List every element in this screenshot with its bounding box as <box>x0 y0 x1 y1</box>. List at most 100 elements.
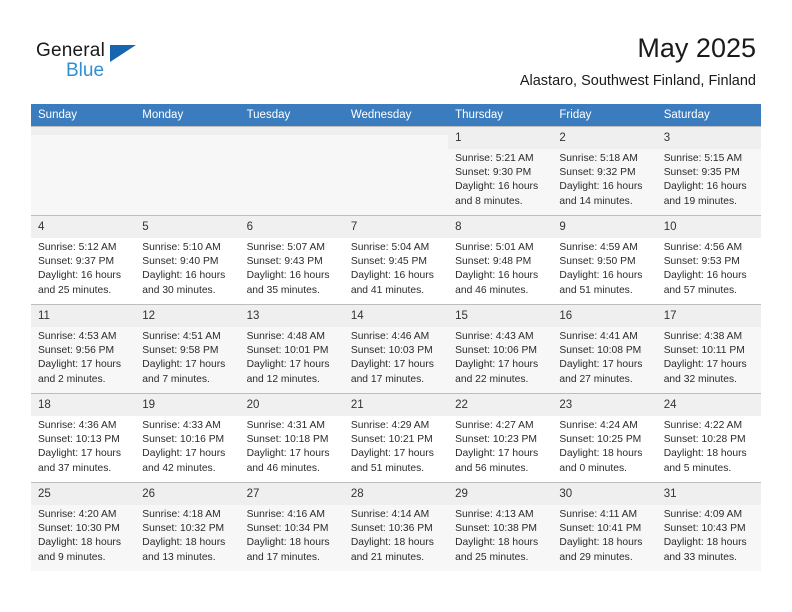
calendar-day-cell[interactable]: 30 Sunrise: 4:11 AM Sunset: 10:41 PM Daylig… <box>552 482 657 571</box>
sunset-line: Sunset: 10:41 PM <box>559 523 642 535</box>
sunrise-line: Sunrise: 4:33 AM <box>142 420 221 431</box>
sunrise-line: Sunrise: 4:59 AM <box>559 242 638 253</box>
day-cell-inner: 14 Sunrise: 4:46 AM Sunset: 10:03 PM Daylig… <box>343 305 449 393</box>
day-number: 15 <box>448 305 553 327</box>
day-number: 4 <box>31 216 136 238</box>
day-details: Sunrise: 5:21 AM Sunset: 9:30 PM Daylight:… <box>448 149 552 209</box>
sunrise-line: Sunrise: 5:10 AM <box>142 242 221 253</box>
weekday-header-sunday: Sunday <box>31 104 136 127</box>
calendar-day-cell[interactable]: 19 Sunrise: 4:33 AM Sunset: 10:16 PM Daylig… <box>135 393 240 483</box>
day-details: Sunrise: 5:07 AM Sunset: 9:43 PM Daylight:… <box>240 238 344 298</box>
calendar-day-cell[interactable]: 31 Sunrise: 4:09 AM Sunset: 10:43 PM Daylig… <box>656 482 761 571</box>
daylight-line-2: and 7 minutes. <box>142 373 210 385</box>
daylight-line-1: Daylight: 18 hours <box>350 537 434 549</box>
sunset-line: Sunset: 10:16 PM <box>142 434 225 446</box>
calendar-header-row: Sunday Monday Tuesday Wednesday Thursday… <box>31 104 761 127</box>
calendar-day-cell[interactable]: 14 Sunrise: 4:46 AM Sunset: 10:03 PM Daylig… <box>343 304 449 394</box>
daylight-line-2: and 35 minutes. <box>246 284 320 296</box>
calendar-day-cell[interactable]: 16 Sunrise: 4:41 AM Sunset: 10:08 PM Daylig… <box>552 304 657 394</box>
calendar-day-cell[interactable]: 24 Sunrise: 4:22 AM Sunset: 10:28 PM Daylig… <box>656 393 761 483</box>
sunrise-line: Sunrise: 4:36 AM <box>38 420 117 431</box>
calendar-day-cell[interactable]: 29 Sunrise: 4:13 AM Sunset: 10:38 PM Daylig… <box>448 482 553 571</box>
calendar-day-cell[interactable]: 28 Sunrise: 4:14 AM Sunset: 10:36 PM Daylig… <box>343 482 449 571</box>
calendar-day-cell[interactable]: 23 Sunrise: 4:24 AM Sunset: 10:25 PM Daylig… <box>552 393 657 483</box>
day-number: 10 <box>656 216 761 238</box>
calendar-day-cell[interactable]: 12 Sunrise: 4:51 AM Sunset: 9:58 PM Dayligh… <box>135 304 240 394</box>
day-details: Sunrise: 4:20 AM Sunset: 10:30 PM Daylight… <box>31 505 135 565</box>
calendar-day-cell[interactable]: 27 Sunrise: 4:16 AM Sunset: 10:34 PM Daylig… <box>239 482 344 571</box>
daylight-line-2: and 46 minutes. <box>246 462 320 474</box>
daylight-line-2: and 0 minutes. <box>559 462 627 474</box>
day-number: 30 <box>552 483 657 505</box>
calendar-day-cell[interactable]: 8 Sunrise: 5:01 AM Sunset: 9:48 PM Daylight… <box>448 215 553 305</box>
sunrise-line: Sunrise: 4:29 AM <box>350 420 430 431</box>
daylight-line-1: Daylight: 17 hours <box>455 359 539 371</box>
day-number: 1 <box>448 127 553 149</box>
calendar-day-cell[interactable]: 26 Sunrise: 4:18 AM Sunset: 10:32 PM Daylig… <box>135 482 240 571</box>
general-blue-logo[interactable]: General Blue <box>36 40 156 86</box>
sunrise-line: Sunrise: 4:14 AM <box>350 509 430 520</box>
calendar-day-cell[interactable]: 5 Sunrise: 5:10 AM Sunset: 9:40 PM Daylight… <box>135 215 240 305</box>
sunset-line: Sunset: 10:23 PM <box>455 434 537 446</box>
day-number: 31 <box>656 483 761 505</box>
daylight-line-1: Daylight: 16 hours <box>559 181 643 193</box>
daylight-line-2: and 13 minutes. <box>142 551 216 563</box>
day-number <box>343 127 449 135</box>
day-details: Sunrise: 4:18 AM Sunset: 10:32 PM Daylight… <box>135 505 239 565</box>
calendar-week-row: 11 Sunrise: 4:53 AM Sunset: 9:56 PM Dayligh… <box>31 304 761 394</box>
day-details: Sunrise: 4:46 AM Sunset: 10:03 PM Daylight… <box>344 327 448 387</box>
calendar-day-cell[interactable]: 21 Sunrise: 4:29 AM Sunset: 10:21 PM Daylig… <box>343 393 449 483</box>
sunset-line: Sunset: 9:40 PM <box>142 256 219 268</box>
calendar-day-cell[interactable]: 18 Sunrise: 4:36 AM Sunset: 10:13 PM Daylig… <box>31 393 136 483</box>
daylight-line-1: Daylight: 17 hours <box>350 359 434 371</box>
day-cell-inner: 30 Sunrise: 4:11 AM Sunset: 10:41 PM Daylig… <box>552 483 657 571</box>
calendar-day-cell[interactable]: 7 Sunrise: 5:04 AM Sunset: 9:45 PM Daylight… <box>343 215 449 305</box>
calendar-day-cell[interactable]: 4 Sunrise: 5:12 AM Sunset: 9:37 PM Daylight… <box>31 215 136 305</box>
day-cell-inner: 31 Sunrise: 4:09 AM Sunset: 10:43 PM Daylig… <box>656 483 761 571</box>
sunrise-line: Sunrise: 4:11 AM <box>559 509 638 520</box>
logo-triangle-icon <box>110 45 136 62</box>
daylight-line-1: Daylight: 17 hours <box>142 448 226 460</box>
calendar-day-cell[interactable]: 25 Sunrise: 4:20 AM Sunset: 10:30 PM Daylig… <box>31 482 136 571</box>
calendar-empty-cell <box>135 126 240 216</box>
calendar-day-cell[interactable]: 10 Sunrise: 4:56 AM Sunset: 9:53 PM Dayligh… <box>656 215 761 305</box>
daylight-line-1: Daylight: 18 hours <box>142 537 226 549</box>
day-cell-inner: 6 Sunrise: 5:07 AM Sunset: 9:43 PM Daylight… <box>239 216 344 304</box>
sunrise-line: Sunrise: 4:18 AM <box>142 509 221 520</box>
calendar-day-cell[interactable]: 2 Sunrise: 5:18 AM Sunset: 9:32 PM Daylight… <box>552 126 657 216</box>
day-number: 18 <box>31 394 136 416</box>
sunrise-line: Sunrise: 4:27 AM <box>455 420 534 431</box>
calendar-day-cell[interactable]: 3 Sunrise: 5:15 AM Sunset: 9:35 PM Daylight… <box>656 126 761 216</box>
sunrise-line: Sunrise: 4:31 AM <box>246 420 325 431</box>
daylight-line-1: Daylight: 18 hours <box>559 537 643 549</box>
day-number: 21 <box>343 394 449 416</box>
day-details <box>344 135 448 138</box>
calendar-day-cell[interactable]: 9 Sunrise: 4:59 AM Sunset: 9:50 PM Daylight… <box>552 215 657 305</box>
calendar-day-cell[interactable]: 20 Sunrise: 4:31 AM Sunset: 10:18 PM Daylig… <box>239 393 344 483</box>
calendar-day-cell[interactable]: 22 Sunrise: 4:27 AM Sunset: 10:23 PM Daylig… <box>448 393 553 483</box>
calendar-day-cell[interactable]: 17 Sunrise: 4:38 AM Sunset: 10:11 PM Daylig… <box>656 304 761 394</box>
day-cell-inner: 2 Sunrise: 5:18 AM Sunset: 9:32 PM Daylight… <box>552 127 657 215</box>
daylight-line-2: and 57 minutes. <box>663 284 737 296</box>
day-details: Sunrise: 4:33 AM Sunset: 10:16 PM Daylight… <box>135 416 239 476</box>
calendar-empty-cell <box>239 126 344 216</box>
sunset-line: Sunset: 10:25 PM <box>559 434 642 446</box>
day-details: Sunrise: 4:09 AM Sunset: 10:43 PM Daylight… <box>657 505 761 565</box>
calendar-day-cell[interactable]: 1 Sunrise: 5:21 AM Sunset: 9:30 PM Daylight… <box>448 126 553 216</box>
day-number: 22 <box>448 394 553 416</box>
calendar-week-row: 18 Sunrise: 4:36 AM Sunset: 10:13 PM Daylig… <box>31 393 761 483</box>
calendar-day-cell[interactable]: 15 Sunrise: 4:43 AM Sunset: 10:06 PM Daylig… <box>448 304 553 394</box>
day-cell-inner: 20 Sunrise: 4:31 AM Sunset: 10:18 PM Daylig… <box>239 394 344 482</box>
weekday-header-tuesday: Tuesday <box>239 104 344 127</box>
daylight-line-2: and 56 minutes. <box>455 462 529 474</box>
sunset-line: Sunset: 9:35 PM <box>663 167 740 179</box>
day-details: Sunrise: 4:59 AM Sunset: 9:50 PM Daylight:… <box>552 238 656 298</box>
calendar-day-cell[interactable]: 13 Sunrise: 4:48 AM Sunset: 10:01 PM Daylig… <box>239 304 344 394</box>
sunrise-line: Sunrise: 4:56 AM <box>663 242 743 253</box>
daylight-line-1: Daylight: 18 hours <box>246 537 330 549</box>
calendar-day-cell[interactable]: 11 Sunrise: 4:53 AM Sunset: 9:56 PM Dayligh… <box>31 304 136 394</box>
calendar-day-cell[interactable]: 6 Sunrise: 5:07 AM Sunset: 9:43 PM Daylight… <box>239 215 344 305</box>
calendar-week-row: 25 Sunrise: 4:20 AM Sunset: 10:30 PM Daylig… <box>31 482 761 571</box>
sunrise-line: Sunrise: 4:09 AM <box>663 509 743 520</box>
day-cell-inner: 24 Sunrise: 4:22 AM Sunset: 10:28 PM Daylig… <box>656 394 761 482</box>
